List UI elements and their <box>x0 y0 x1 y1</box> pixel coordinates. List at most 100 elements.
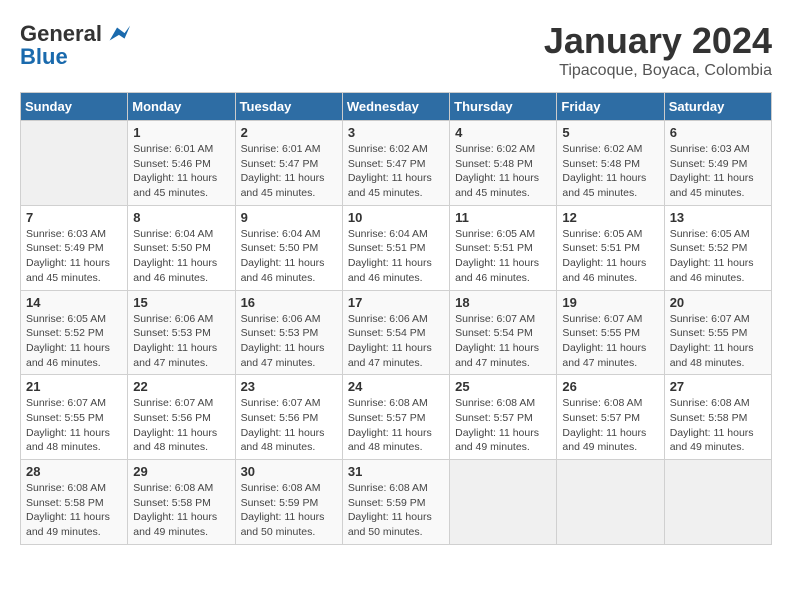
day-info: Sunrise: 6:07 AMSunset: 5:54 PMDaylight:… <box>455 312 551 371</box>
calendar-cell: 22Sunrise: 6:07 AMSunset: 5:56 PMDayligh… <box>128 375 235 460</box>
calendar-cell: 31 Sunrise: 6:08 AMSunset: 5:59 PMDayligh… <box>342 460 449 545</box>
day-info: Sunrise: 6:02 AMSunset: 5:47 PMDaylight:… <box>348 142 444 201</box>
calendar-cell: 14 Sunrise: 6:05 AMSunset: 5:52 PMDayligh… <box>21 290 128 375</box>
day-number: 21 <box>26 379 122 394</box>
day-header-friday: Friday <box>557 93 664 121</box>
calendar-cell: 26 Sunrise: 6:08 AMSunset: 5:57 PMDayligh… <box>557 375 664 460</box>
day-info: Sunrise: 6:04 AMSunset: 5:50 PMDaylight:… <box>241 227 337 286</box>
day-header-saturday: Saturday <box>664 93 771 121</box>
logo: General Blue <box>20 20 132 70</box>
day-number: 22 <box>133 379 229 394</box>
day-number: 3 <box>348 125 444 140</box>
calendar-cell: 6 Sunrise: 6:03 AMSunset: 5:49 PMDaylight… <box>664 121 771 206</box>
day-info: Sunrise: 6:08 AMSunset: 5:58 PMDaylight:… <box>133 481 229 540</box>
calendar-cell: 2Sunrise: 6:01 AMSunset: 5:47 PMDaylight… <box>235 121 342 206</box>
calendar-cell <box>21 121 128 206</box>
day-number: 7 <box>26 210 122 225</box>
week-row-1: 1 Sunrise: 6:01 AMSunset: 5:46 PMDaylight… <box>21 121 772 206</box>
week-row-4: 21 Sunrise: 6:07 AMSunset: 5:55 PMDayligh… <box>21 375 772 460</box>
day-info: Sunrise: 6:03 AMSunset: 5:49 PMDaylight:… <box>670 142 766 201</box>
day-info: Sunrise: 6:08 AMSunset: 5:59 PMDaylight:… <box>241 481 337 540</box>
day-number: 15 <box>133 295 229 310</box>
day-info: Sunrise: 6:05 AMSunset: 5:52 PMDaylight:… <box>670 227 766 286</box>
location-text: Tipacoque, Boyaca, Colombia <box>544 62 772 80</box>
calendar-cell: 27 Sunrise: 6:08 AMSunset: 5:58 PMDayligh… <box>664 375 771 460</box>
day-info: Sunrise: 6:08 AMSunset: 5:58 PMDaylight:… <box>670 396 766 455</box>
day-number: 1 <box>133 125 229 140</box>
day-header-thursday: Thursday <box>450 93 557 121</box>
calendar-cell: 21 Sunrise: 6:07 AMSunset: 5:55 PMDayligh… <box>21 375 128 460</box>
day-number: 10 <box>348 210 444 225</box>
day-info: Sunrise: 6:06 AMSunset: 5:53 PMDaylight:… <box>133 312 229 371</box>
calendar-cell: 17Sunrise: 6:06 AMSunset: 5:54 PMDayligh… <box>342 290 449 375</box>
day-number: 19 <box>562 295 658 310</box>
days-header-row: SundayMondayTuesdayWednesdayThursdayFrid… <box>21 93 772 121</box>
header: General Blue January 2024 Tipacoque, Boy… <box>20 20 772 80</box>
calendar-cell: 20 Sunrise: 6:07 AMSunset: 5:55 PMDayligh… <box>664 290 771 375</box>
day-info: Sunrise: 6:01 AMSunset: 5:46 PMDaylight:… <box>133 142 229 201</box>
calendar-cell: 23Sunrise: 6:07 AMSunset: 5:56 PMDayligh… <box>235 375 342 460</box>
calendar-cell: 4Sunrise: 6:02 AMSunset: 5:48 PMDaylight… <box>450 121 557 206</box>
day-number: 14 <box>26 295 122 310</box>
day-info: Sunrise: 6:08 AMSunset: 5:57 PMDaylight:… <box>562 396 658 455</box>
logo-bird-icon <box>104 20 132 48</box>
day-number: 17 <box>348 295 444 310</box>
month-title: January 2024 <box>544 20 772 62</box>
day-number: 5 <box>562 125 658 140</box>
day-header-sunday: Sunday <box>21 93 128 121</box>
calendar-cell: 19Sunrise: 6:07 AMSunset: 5:55 PMDayligh… <box>557 290 664 375</box>
day-number: 18 <box>455 295 551 310</box>
calendar-cell: 1 Sunrise: 6:01 AMSunset: 5:46 PMDaylight… <box>128 121 235 206</box>
week-row-2: 7 Sunrise: 6:03 AMSunset: 5:49 PMDaylight… <box>21 205 772 290</box>
day-info: Sunrise: 6:07 AMSunset: 5:55 PMDaylight:… <box>670 312 766 371</box>
day-header-monday: Monday <box>128 93 235 121</box>
calendar-cell: 30 Sunrise: 6:08 AMSunset: 5:59 PMDayligh… <box>235 460 342 545</box>
day-info: Sunrise: 6:02 AMSunset: 5:48 PMDaylight:… <box>562 142 658 201</box>
day-info: Sunrise: 6:08 AMSunset: 5:57 PMDaylight:… <box>348 396 444 455</box>
calendar-cell: 24Sunrise: 6:08 AMSunset: 5:57 PMDayligh… <box>342 375 449 460</box>
calendar-cell: 28 Sunrise: 6:08 AMSunset: 5:58 PMDayligh… <box>21 460 128 545</box>
day-number: 6 <box>670 125 766 140</box>
day-info: Sunrise: 6:07 AMSunset: 5:55 PMDaylight:… <box>26 396 122 455</box>
logo-blue-text: Blue <box>20 44 68 70</box>
calendar-cell: 11 Sunrise: 6:05 AMSunset: 5:51 PMDayligh… <box>450 205 557 290</box>
day-number: 8 <box>133 210 229 225</box>
day-number: 11 <box>455 210 551 225</box>
calendar-cell: 3 Sunrise: 6:02 AMSunset: 5:47 PMDaylight… <box>342 121 449 206</box>
calendar-cell: 13 Sunrise: 6:05 AMSunset: 5:52 PMDayligh… <box>664 205 771 290</box>
day-number: 27 <box>670 379 766 394</box>
day-info: Sunrise: 6:08 AMSunset: 5:59 PMDaylight:… <box>348 481 444 540</box>
calendar-table: SundayMondayTuesdayWednesdayThursdayFrid… <box>20 92 772 545</box>
day-number: 26 <box>562 379 658 394</box>
day-info: Sunrise: 6:04 AMSunset: 5:51 PMDaylight:… <box>348 227 444 286</box>
week-row-3: 14 Sunrise: 6:05 AMSunset: 5:52 PMDayligh… <box>21 290 772 375</box>
calendar-cell <box>450 460 557 545</box>
day-number: 12 <box>562 210 658 225</box>
day-number: 25 <box>455 379 551 394</box>
day-info: Sunrise: 6:08 AMSunset: 5:58 PMDaylight:… <box>26 481 122 540</box>
day-info: Sunrise: 6:05 AMSunset: 5:51 PMDaylight:… <box>562 227 658 286</box>
calendar-cell <box>557 460 664 545</box>
calendar-cell: 29Sunrise: 6:08 AMSunset: 5:58 PMDayligh… <box>128 460 235 545</box>
calendar-cell: 12 Sunrise: 6:05 AMSunset: 5:51 PMDayligh… <box>557 205 664 290</box>
calendar-cell: 8Sunrise: 6:04 AMSunset: 5:50 PMDaylight… <box>128 205 235 290</box>
day-header-tuesday: Tuesday <box>235 93 342 121</box>
calendar-cell: 18 Sunrise: 6:07 AMSunset: 5:54 PMDayligh… <box>450 290 557 375</box>
calendar-cell: 16Sunrise: 6:06 AMSunset: 5:53 PMDayligh… <box>235 290 342 375</box>
day-number: 20 <box>670 295 766 310</box>
calendar-cell: 25 Sunrise: 6:08 AMSunset: 5:57 PMDayligh… <box>450 375 557 460</box>
day-number: 30 <box>241 464 337 479</box>
day-number: 16 <box>241 295 337 310</box>
day-header-wednesday: Wednesday <box>342 93 449 121</box>
day-info: Sunrise: 6:05 AMSunset: 5:51 PMDaylight:… <box>455 227 551 286</box>
day-number: 23 <box>241 379 337 394</box>
calendar-cell: 10 Sunrise: 6:04 AMSunset: 5:51 PMDayligh… <box>342 205 449 290</box>
day-number: 2 <box>241 125 337 140</box>
day-number: 13 <box>670 210 766 225</box>
day-number: 31 <box>348 464 444 479</box>
day-number: 28 <box>26 464 122 479</box>
day-info: Sunrise: 6:03 AMSunset: 5:49 PMDaylight:… <box>26 227 122 286</box>
day-info: Sunrise: 6:08 AMSunset: 5:57 PMDaylight:… <box>455 396 551 455</box>
calendar-cell: 15 Sunrise: 6:06 AMSunset: 5:53 PMDayligh… <box>128 290 235 375</box>
day-info: Sunrise: 6:05 AMSunset: 5:52 PMDaylight:… <box>26 312 122 371</box>
